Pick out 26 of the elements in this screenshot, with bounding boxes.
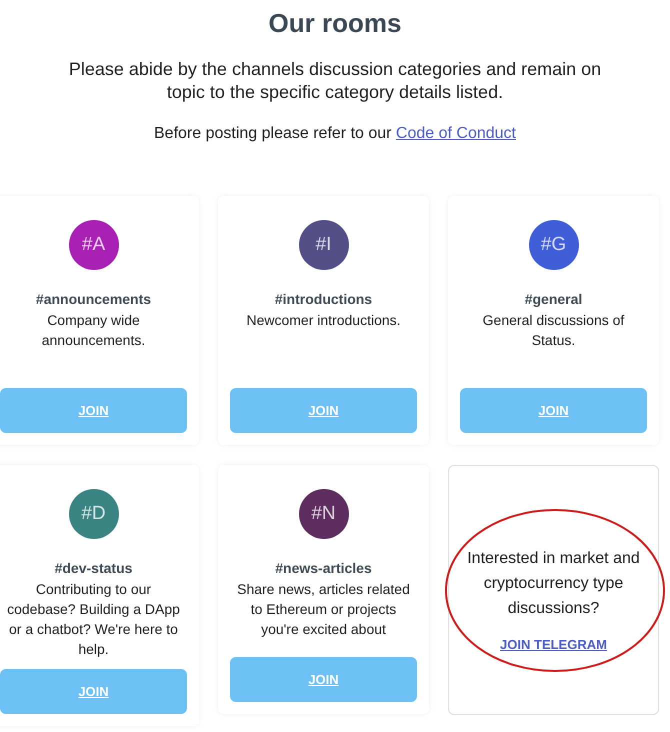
join-button[interactable]: JOIN: [460, 388, 647, 433]
intro-paragraph: Please abide by the channels discussion categories and remain on topic to the specific category details listed.: [68, 58, 602, 104]
channel-name: #general: [524, 290, 582, 308]
channel-description: Share news, articles related to Ethereum or projects you're excited about: [236, 580, 411, 639]
code-of-conduct-link[interactable]: Code of Conduct: [396, 125, 516, 142]
channel-avatar: #D: [68, 489, 118, 539]
join-button[interactable]: JOIN: [0, 669, 187, 714]
join-telegram-link[interactable]: JOIN TELEGRAM: [500, 634, 607, 654]
conduct-note: Before posting please refer to our Code of Conduct: [153, 124, 517, 144]
page-title: Our rooms: [268, 7, 402, 40]
channel-avatar: #G: [528, 220, 578, 270]
channel-avatar: #I: [298, 220, 348, 270]
channel-description: Company wide announcements.: [40, 311, 146, 350]
channel-avatar: #N: [298, 489, 348, 539]
channel-description: Contributing to our codebase? Building a DApp or a chatbot? We're here to help.: [6, 580, 181, 659]
telegram-prompt: Interested in market and cryptocurrency type discussions?: [466, 548, 641, 619]
join-button[interactable]: JOIN: [230, 657, 417, 702]
channel-name: #introductions: [274, 290, 372, 308]
channel-name: #dev-status: [54, 559, 132, 577]
join-button[interactable]: JOIN: [230, 388, 417, 433]
channel-name: #news-articles: [275, 559, 372, 577]
channel-avatar: #A: [68, 220, 118, 270]
channel-description: General discussions of Status.: [482, 311, 626, 350]
join-button[interactable]: JOIN: [0, 388, 187, 433]
channel-name: #announcements: [36, 290, 152, 308]
channel-description: Newcomer introductions.: [246, 311, 401, 330]
